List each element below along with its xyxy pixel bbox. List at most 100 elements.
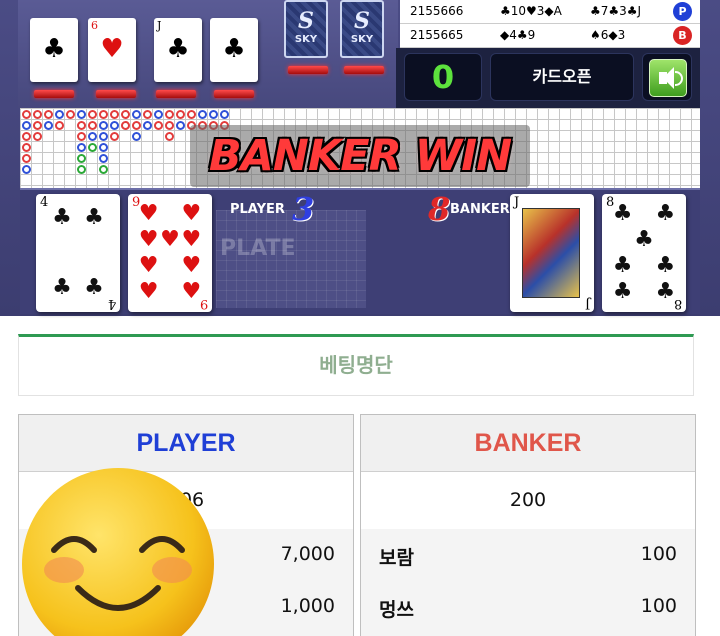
bead-marker	[143, 110, 152, 119]
bead-marker	[132, 132, 141, 141]
bead-marker	[99, 143, 108, 152]
sound-button[interactable]	[642, 53, 692, 101]
player-card-2: 9 ♥ ♥ ♥ ♥ ♥ ♥ ♥ ♥ ♥ 9	[128, 194, 212, 312]
bead-marker	[88, 132, 97, 141]
heart-icon: ♥ ♥ ♥ ♥ ♥ ♥ ♥ ♥ ♥	[138, 201, 202, 304]
bead-marker	[121, 110, 130, 119]
history-row: 2155666 ♣10♥3◆A ♣7♣3♣J P	[400, 0, 700, 24]
club-icon: ♣	[166, 34, 190, 64]
bead-marker	[77, 110, 86, 119]
card-rank: 8	[673, 296, 682, 311]
card-table: PLATE 4 ♣ ♣ ♣ ♣ 4 9 ♥ ♥ ♥ ♥ ♥ ♥ ♥ ♥ ♥ 9 PLAYER 3…	[20, 188, 700, 314]
mini-card-2: 6 ♥	[88, 18, 136, 82]
player-score: 3	[292, 190, 315, 228]
indicator-bar	[288, 66, 328, 74]
bead-marker	[132, 121, 141, 130]
bead-marker	[165, 121, 174, 130]
bead-marker	[99, 165, 108, 174]
heart-icon: ♥	[100, 34, 124, 64]
player-result: ♣10♥3◆A	[500, 4, 562, 18]
round-history: 2155666 ♣10♥3◆A ♣7♣3♣J P 2155665 ◆4♣9 ♠6…	[400, 0, 700, 48]
bead-marker	[55, 121, 64, 130]
player-result: ◆4♣9	[500, 28, 536, 42]
bead-marker	[44, 110, 53, 119]
bead-marker	[33, 110, 42, 119]
player-label: PLAYER	[230, 202, 285, 217]
betting-list-title: 베팅명단	[18, 334, 694, 396]
bettor-name: 멍쓰	[379, 599, 414, 621]
bead-marker	[99, 154, 108, 163]
club-icon: ♣	[42, 34, 66, 64]
bead-marker	[154, 121, 163, 130]
control-bar: 0 카드오픈	[396, 48, 700, 108]
bead-marker	[99, 110, 108, 119]
bead-marker	[77, 143, 86, 152]
deck-text: SKY	[294, 34, 318, 45]
bead-marker	[176, 110, 185, 119]
banker-card-1: J J	[510, 194, 594, 312]
banker-score: 8	[428, 190, 451, 228]
bead-marker	[165, 132, 174, 141]
bead-marker	[176, 121, 185, 130]
round-id: 2155666	[410, 4, 464, 18]
winner-badge: P	[673, 2, 692, 21]
bead-marker	[22, 110, 31, 119]
banker-column-header: BANKER	[361, 415, 695, 472]
bead-marker	[77, 165, 86, 174]
indicator-bar	[34, 90, 74, 98]
bead-marker	[110, 110, 119, 119]
bead-marker	[132, 110, 141, 119]
indicator-bar	[96, 90, 136, 98]
bead-marker	[77, 154, 86, 163]
bead-marker	[22, 121, 31, 130]
card-rank: 4	[107, 296, 116, 311]
bead-marker	[33, 132, 42, 141]
game-area: ♣ 6 ♥ J ♣ ♣ S SKY S SKY 2155666 ♣10♥3◆A …	[0, 0, 720, 316]
jack-face-icon	[522, 208, 580, 298]
club-icon: ♣ ♣ ♣ ♣ ♣ ♣ ♣	[612, 201, 676, 304]
mini-card-1: ♣	[30, 18, 78, 82]
deck-text: SKY	[350, 34, 374, 45]
bead-marker	[88, 143, 97, 152]
card-rank: 9	[199, 296, 208, 311]
indicator-bar	[214, 90, 254, 98]
bead-marker	[55, 110, 64, 119]
list-item: 멍쓰 100	[361, 581, 695, 633]
mini-card-3: J ♣	[154, 18, 202, 82]
bead-marker	[165, 110, 174, 119]
bead-marker	[121, 121, 130, 130]
bettor-name: 보람	[379, 547, 414, 569]
bead-marker	[187, 110, 196, 119]
mini-card-rank: J	[157, 19, 162, 32]
bead-marker	[110, 121, 119, 130]
bead-marker	[77, 121, 86, 130]
bead-marker	[209, 110, 218, 119]
mini-card-rank: 6	[91, 19, 98, 32]
bead-marker	[154, 110, 163, 119]
speaker-icon	[649, 59, 687, 97]
bead-marker	[44, 121, 53, 130]
banker-card-2: 8 ♣ ♣ ♣ ♣ ♣ ♣ ♣ 8	[602, 194, 686, 312]
bet-amount: 7,000	[280, 543, 335, 565]
deck-card-back-2: S SKY	[340, 0, 384, 58]
bead-marker	[143, 121, 152, 130]
mini-card-4: ♣	[210, 18, 258, 82]
previous-cards-strip: ♣ 6 ♥ J ♣ ♣ S SKY S SKY	[18, 0, 398, 108]
card-open-button[interactable]: 카드오픈	[490, 53, 634, 101]
player-card-1: 4 ♣ ♣ ♣ ♣ 4	[36, 194, 120, 312]
indicator-bar	[156, 90, 196, 98]
deck-card-back-1: S SKY	[284, 0, 328, 58]
bet-amount: 100	[640, 543, 677, 565]
bead-marker	[198, 110, 207, 119]
bet-amount: 1,000	[280, 595, 335, 617]
bead-marker	[22, 165, 31, 174]
history-row: 2155665 ◆4♣9 ♠6◆3 B	[400, 24, 700, 48]
player-zone: PLATE	[216, 210, 366, 308]
bet-amount: 100	[640, 595, 677, 617]
smiley-emoji-icon	[22, 468, 214, 636]
indicator-bar	[344, 66, 384, 74]
banker-result: ♠6◆3	[590, 28, 626, 42]
club-icon: ♣	[222, 34, 246, 64]
bead-marker	[99, 132, 108, 141]
bead-marker	[220, 110, 229, 119]
